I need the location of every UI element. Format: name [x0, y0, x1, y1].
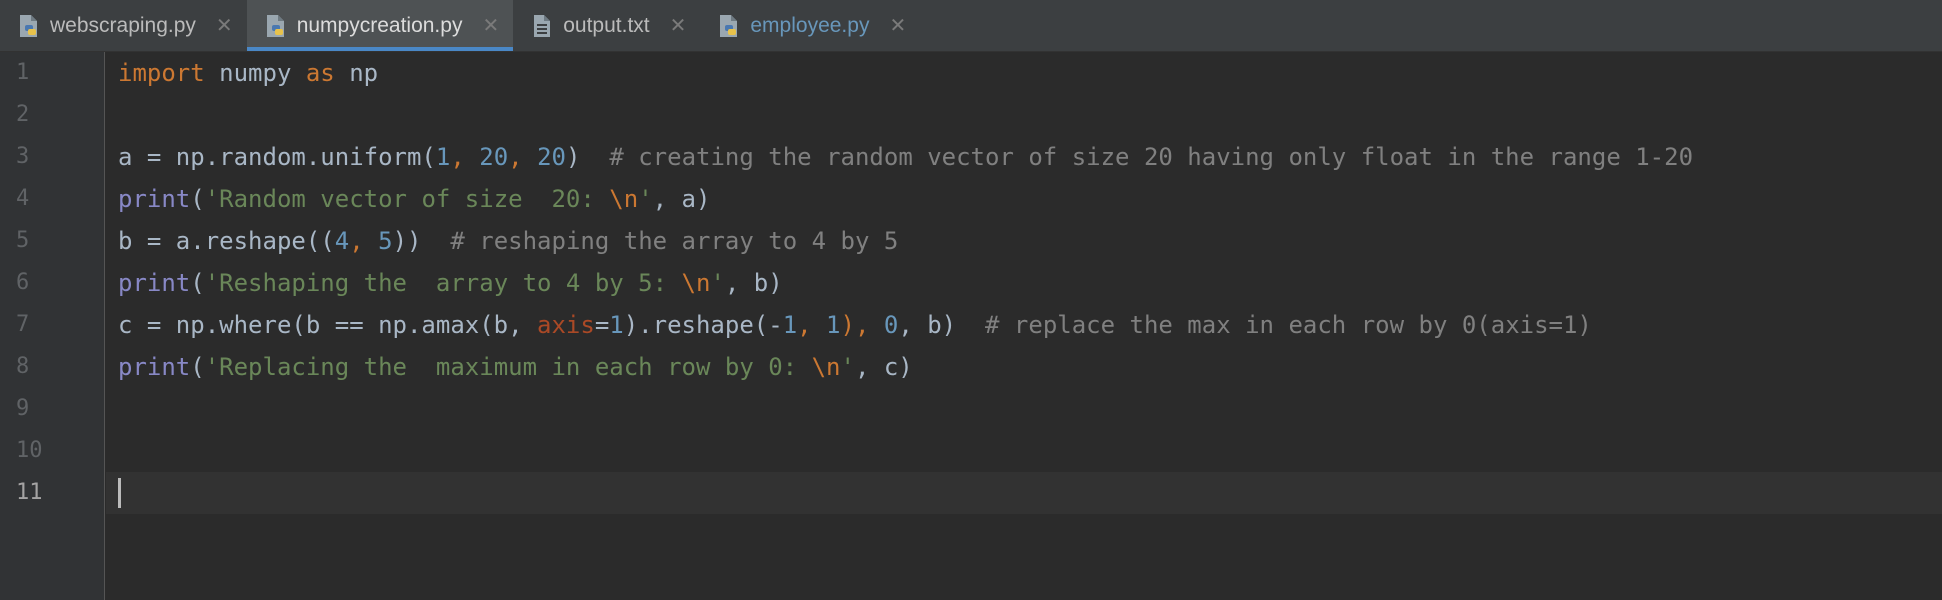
tab-employee[interactable]: employee.py ✕ — [700, 0, 920, 51]
line-number: 6 — [16, 270, 30, 295]
code-editor[interactable]: 1 2 3 4 5 6 7 8 9 10 11 import numpy as … — [0, 52, 1942, 600]
code-line-7[interactable]: c = np.where(b == np.amax(b, axis=1).res… — [118, 304, 1592, 346]
string-literal: ' — [710, 269, 725, 297]
number-literal: 1 — [782, 311, 798, 339]
close-icon[interactable]: ✕ — [670, 16, 687, 36]
number-literal: 1 — [609, 311, 624, 339]
text-file-icon — [529, 12, 555, 40]
python-file-icon — [716, 12, 742, 40]
tab-label: webscraping.py — [50, 13, 196, 37]
tab-webscraping[interactable]: webscraping.py ✕ — [0, 0, 247, 51]
tab-label: output.txt — [563, 13, 650, 37]
line-number: 9 — [16, 396, 30, 421]
tab-label: employee.py — [750, 13, 870, 37]
code-line-5[interactable]: b = a.reshape((4, 5)) # reshaping the ar… — [118, 220, 898, 262]
keyword-argument: axis — [537, 311, 595, 339]
line-number: 5 — [16, 228, 30, 253]
python-file-icon — [16, 12, 42, 40]
escape-sequence: \n — [681, 269, 711, 297]
code-text: ) — [565, 143, 610, 171]
builtin-function: print — [118, 353, 191, 381]
number-literal: 20 — [537, 143, 566, 171]
string-literal: 'Replacing the maximum in each row by 0: — [204, 353, 812, 381]
close-icon[interactable]: ✕ — [889, 16, 906, 36]
keyword: as — [305, 59, 335, 87]
code-text: numpy — [204, 59, 306, 87]
comment: # reshaping the array to 4 by 5 — [450, 227, 899, 255]
string-literal: 'Reshaping the array to 4 by 5: — [204, 269, 682, 297]
close-icon[interactable]: ✕ — [482, 16, 499, 36]
string-literal: ' — [638, 185, 653, 213]
tab-output[interactable]: output.txt ✕ — [513, 0, 700, 51]
python-file-icon — [263, 12, 289, 40]
string-literal: 'Random vector of size 20: — [204, 185, 610, 213]
code-text: c = np.where(b == np.amax(b, — [118, 311, 538, 339]
punctuation: , — [450, 143, 480, 171]
builtin-function: print — [118, 269, 191, 297]
punctuation: , — [508, 143, 538, 171]
code-text: a = np.random.uniform( — [118, 143, 436, 171]
code-text: ( — [190, 353, 205, 381]
code-text: ( — [190, 185, 205, 213]
comment: # replace the max in each row by 0(axis=… — [985, 311, 1592, 339]
number-literal: 0 — [883, 311, 899, 339]
code-line-4[interactable]: print('Random vector of size 20: \n', a) — [118, 178, 710, 220]
code-text: , c) — [854, 353, 913, 381]
code-text: , a) — [652, 185, 711, 213]
line-number: 3 — [16, 144, 30, 169]
code-text: np — [334, 59, 379, 87]
number-literal: 20 — [479, 143, 509, 171]
text-caret — [118, 478, 121, 508]
escape-sequence: \n — [811, 353, 841, 381]
code-line-8[interactable]: print('Replacing the maximum in each row… — [118, 346, 913, 388]
code-text: )) — [392, 227, 451, 255]
tab-label: numpycreation.py — [296, 13, 463, 37]
tab-numpycreation[interactable]: numpycreation.py ✕ — [246, 0, 514, 51]
current-line-highlight — [106, 472, 1942, 514]
line-number: 4 — [16, 186, 30, 211]
number-literal: 4 — [334, 227, 350, 255]
builtin-function: print — [118, 185, 191, 213]
editor-tab-bar: webscraping.py ✕ numpycreation.py ✕ outp… — [0, 0, 1942, 52]
number-literal: 1 — [826, 311, 841, 339]
line-number: 7 — [16, 312, 30, 337]
code-text: , b) — [898, 311, 986, 339]
punctuation: ), — [840, 311, 884, 339]
line-number-gutter: 1 2 3 4 5 6 7 8 9 10 11 — [0, 52, 105, 600]
code-line-6[interactable]: print('Reshaping the array to 4 by 5: \n… — [118, 262, 783, 304]
escape-sequence: \n — [609, 185, 639, 213]
comment: # creating the random vector of size 20 … — [609, 143, 1694, 171]
line-number: 8 — [16, 354, 30, 379]
code-text: ( — [190, 269, 205, 297]
code-text: , b) — [724, 269, 783, 297]
number-literal: 5 — [378, 227, 393, 255]
line-number: 10 — [16, 438, 43, 463]
string-literal: ' — [840, 353, 855, 381]
code-line-1[interactable]: import numpy as np — [118, 52, 378, 94]
code-text: ).reshape(- — [623, 311, 783, 339]
punctuation: , — [349, 227, 379, 255]
code-text: = — [594, 311, 610, 339]
code-text: b = a.reshape(( — [118, 227, 335, 255]
number-literal: 1 — [435, 143, 451, 171]
punctuation: , — [797, 311, 827, 339]
keyword: import — [118, 59, 205, 87]
line-number-current: 11 — [16, 480, 43, 505]
line-number: 1 — [16, 60, 30, 85]
code-line-3[interactable]: a = np.random.uniform(1, 20, 20) # creat… — [118, 136, 1693, 178]
line-number: 2 — [16, 102, 30, 127]
close-icon[interactable]: ✕ — [216, 16, 233, 36]
